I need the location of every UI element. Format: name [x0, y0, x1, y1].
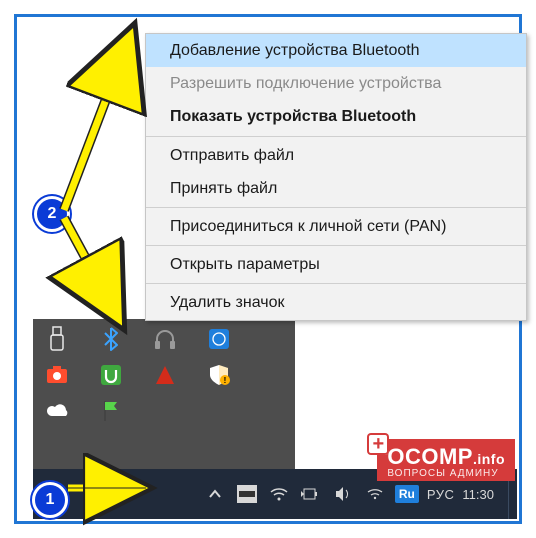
tray-chevron-up-icon[interactable]: [203, 477, 227, 511]
watermark-main: OCOMP: [387, 444, 473, 469]
language-text: РУС: [427, 487, 455, 502]
camera-icon[interactable]: [43, 361, 71, 389]
cloud-icon[interactable]: [43, 397, 71, 425]
screenshot-frame: ! Добавление устройства Bluetooth Разреш…: [14, 14, 522, 524]
shield-icon[interactable]: !: [205, 361, 233, 389]
menu-receive-file[interactable]: Принять файл: [146, 172, 526, 205]
menu-separator: [146, 245, 526, 246]
wifi-icon[interactable]: [267, 477, 291, 511]
menu-show-bluetooth-devices[interactable]: Показать устройства Bluetooth: [146, 100, 526, 133]
step-badge-2: 2: [34, 196, 70, 232]
power-icon[interactable]: [299, 477, 323, 511]
security-icon[interactable]: [151, 361, 179, 389]
volume-icon[interactable]: [331, 477, 355, 511]
step-badge-1: 1: [32, 482, 68, 518]
utorrent-icon[interactable]: [97, 361, 125, 389]
watermark-tld: .info: [473, 451, 505, 467]
watermark-sub: ВОПРОСЫ АДМИНУ: [387, 469, 505, 480]
menu-join-pan[interactable]: Присоединиться к личной сети (PAN): [146, 210, 526, 243]
bluetooth-context-menu: Добавление устройства Bluetooth Разрешит…: [145, 33, 527, 321]
menu-remove-icon[interactable]: Удалить значок: [146, 286, 526, 319]
menu-allow-device-connection: Разрешить подключение устройства: [146, 67, 526, 100]
bluetooth-icon[interactable]: [97, 325, 125, 353]
menu-open-settings[interactable]: Открыть параметры: [146, 248, 526, 281]
menu-send-file[interactable]: Отправить файл: [146, 139, 526, 172]
network-icon[interactable]: [363, 477, 387, 511]
tray-app-icon[interactable]: [235, 477, 259, 511]
plus-icon: +: [367, 433, 389, 455]
system-tray-popup: !: [33, 319, 295, 477]
usb-icon[interactable]: [43, 325, 71, 353]
clock-text: 11:30: [462, 487, 502, 502]
menu-separator: [146, 136, 526, 137]
flag-icon[interactable]: [97, 397, 125, 425]
language-indicator[interactable]: РУС: [427, 477, 455, 511]
menu-add-bluetooth-device[interactable]: Добавление устройства Bluetooth: [146, 34, 526, 67]
menu-separator: [146, 207, 526, 208]
watermark: + OCOMP.info ВОПРОСЫ АДМИНУ: [377, 439, 515, 481]
menu-separator: [146, 283, 526, 284]
svg-text:!: !: [224, 376, 227, 385]
app-icon[interactable]: [205, 325, 233, 353]
headphones-icon[interactable]: [151, 325, 179, 353]
language-code: Ru: [395, 485, 419, 503]
clock[interactable]: 11:30: [462, 477, 502, 511]
language-badge[interactable]: Ru: [395, 477, 419, 511]
